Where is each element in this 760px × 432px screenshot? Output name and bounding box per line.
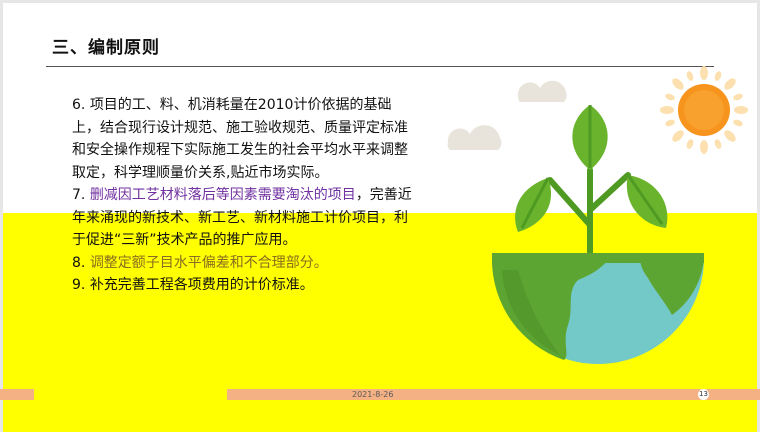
list-item-9: 9. 补充完善工程各项费用的计价标准。	[72, 274, 412, 297]
footer-bar-right	[227, 389, 760, 400]
plant-globe-illustration	[447, 66, 748, 364]
item-highlight: 删减因工艺材料落后等因素需要淘汰的项目	[89, 187, 356, 203]
globe-icon	[491, 253, 704, 364]
footer-bar-left	[0, 389, 34, 400]
principles-list: 6. 项目的工、料、机消耗量在2010计价依据的基础上，结合现行设计规范、施工验…	[72, 94, 412, 297]
plant-icon	[515, 105, 668, 258]
item-number: 6.	[72, 97, 90, 113]
slide: 三、编制原则 6. 项目的工、料、机消耗量在2010计价依据的基础上，结合现行设…	[0, 0, 760, 432]
item-number: 9.	[72, 277, 90, 293]
cloud-icon	[447, 125, 502, 150]
slide-title: 三、编制原则	[52, 38, 160, 58]
item-text: 补充完善工程各项费用的计价标准。	[89, 277, 314, 293]
page-number: 13	[698, 389, 709, 400]
footer-date: 2021-8-26	[352, 390, 394, 399]
list-item-8: 8. 调整定额子目水平偏差和不合理部分。	[72, 252, 412, 275]
list-item-6: 6. 项目的工、料、机消耗量在2010计价依据的基础上，结合现行设计规范、施工验…	[72, 94, 412, 184]
item-number: 8.	[72, 254, 90, 271]
list-item-7: 7. 删减因工艺材料落后等因素需要淘汰的项目，完善近年来涌现的新技术、新工艺、新…	[72, 184, 412, 252]
item-number: 7.	[72, 187, 90, 203]
slide-frame-top	[0, 0, 760, 3]
item-highlight: 调整定额子目水平偏差和不合理部分。	[89, 254, 328, 271]
slide-frame-left	[0, 0, 3, 432]
cloud-icon	[517, 80, 567, 102]
sun-icon	[660, 66, 748, 154]
item-text: 项目的工、料、机消耗量在2010计价依据的基础上，结合现行设计规范、施工验收规范…	[72, 97, 408, 181]
